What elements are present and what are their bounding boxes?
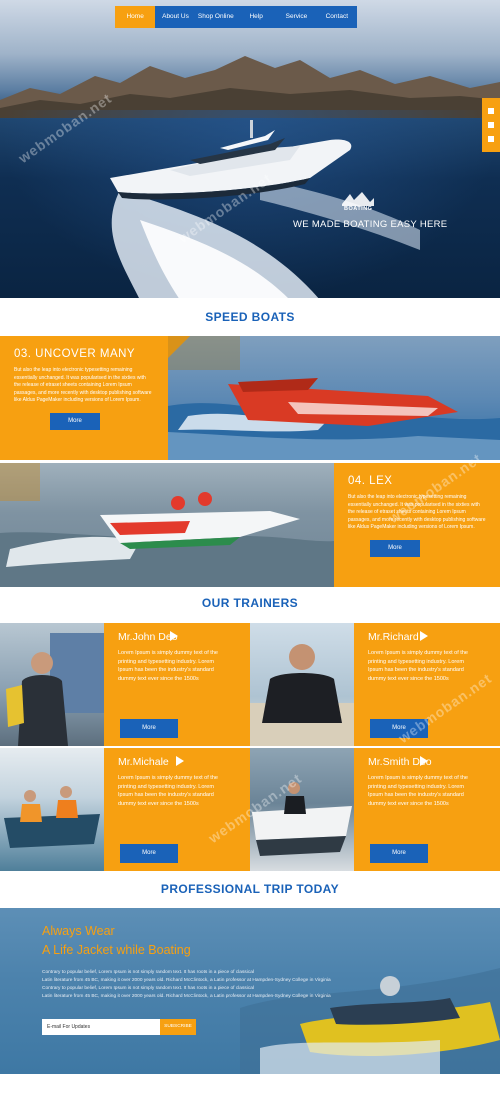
trainers-title: OUR TRAINERS xyxy=(201,596,299,610)
trainer-photo-1 xyxy=(0,623,104,746)
slider-dot-2[interactable] xyxy=(488,122,494,128)
trainer-person-illustration xyxy=(250,644,354,746)
trip-text-line: Latin literature from 45 BC, making it o… xyxy=(42,994,331,999)
trainer-card-3: Mr.Michale Lorem Ipsum is simply dummy t… xyxy=(0,748,250,871)
trainer-more-button-3[interactable]: More xyxy=(120,844,178,863)
hero-tagline: WE MADE BOATING EASY HERE xyxy=(293,219,448,230)
slider-dot-3[interactable] xyxy=(488,136,494,142)
trainer-more-button-1[interactable]: More xyxy=(120,719,178,738)
offshore-boat-illustration xyxy=(0,492,334,587)
speed-boat-heading-2: 04. LEX xyxy=(348,475,393,487)
trip-text-line: Contrary to popular belief, Lorem Ipsum … xyxy=(42,970,254,975)
trainer-card-4: Mr.Smith Deo Lorem Ipsum is simply dummy… xyxy=(250,748,500,871)
speed-boat-row-2: 04. LEX But also the leap into electroni… xyxy=(0,463,500,587)
play-icon[interactable] xyxy=(420,756,428,766)
trip-heading-line-1: Always Wear xyxy=(42,924,115,938)
logo-text: BOATING xyxy=(344,206,373,212)
trainer-text-3: Lorem Ipsum is simply dummy text of the … xyxy=(118,775,218,807)
email-input[interactable]: E-mail For Updates xyxy=(42,1019,160,1035)
trainer-boat-illustration xyxy=(252,782,352,856)
nav-about-us[interactable]: About Us xyxy=(155,6,195,28)
jetski-illustration xyxy=(240,968,500,1074)
corner-decoration xyxy=(0,463,40,501)
slider-pager xyxy=(482,98,500,152)
speed-boat-row-1: 03. UNCOVER MANY But also the leap into … xyxy=(0,336,500,460)
play-icon[interactable] xyxy=(176,756,184,766)
trainer-photo-2 xyxy=(250,623,354,746)
play-icon[interactable] xyxy=(420,631,428,641)
trip-text-block: Contrary to popular belief, Lorem Ipsum … xyxy=(42,969,331,1001)
trainer-name-3: Mr.Michale xyxy=(118,756,236,768)
speed-boat-more-button-1[interactable]: More xyxy=(50,412,100,430)
nav-home[interactable]: Home xyxy=(115,6,156,28)
trainer-name-4: Mr.Smith Deo xyxy=(368,756,432,768)
trainer-text-4: Lorem Ipsum is simply dummy text of the … xyxy=(368,775,468,807)
trainer-info-3: Mr.Michale Lorem Ipsum is simply dummy t… xyxy=(104,748,250,871)
trainer-name-2: Mr.Richard xyxy=(368,631,486,643)
trainer-text-1: Lorem Ipsum is simply dummy text of the … xyxy=(118,650,218,682)
subscribe-button[interactable]: SUBSCRIBE xyxy=(160,1019,196,1035)
trainer-text-2: Lorem Ipsum is simply dummy text of the … xyxy=(368,650,468,682)
trip-title: PROFESSIONAL TRIP TODAY xyxy=(160,882,340,896)
nav-service[interactable]: Service xyxy=(276,6,316,28)
speed-boat-info-1: 03. UNCOVER MANY But also the leap into … xyxy=(0,336,168,460)
speed-boat-heading-1: 03. UNCOVER MANY xyxy=(14,348,136,360)
trip-text-line: Latin literature from 45 BC, making it o… xyxy=(42,978,331,983)
nav-shop-online[interactable]: Shop Online xyxy=(196,6,236,28)
speed-boats-title: SPEED BOATS xyxy=(205,310,295,324)
trainer-photo-3 xyxy=(0,748,104,871)
speed-boat-info-2: 04. LEX But also the leap into electroni… xyxy=(334,463,500,587)
yacht-illustration xyxy=(110,120,352,200)
nav-help[interactable]: Help xyxy=(236,6,276,28)
trainer-info-4: Mr.Smith Deo Lorem Ipsum is simply dummy… xyxy=(354,748,500,871)
trip-text-line: Contrary to popular belief, Lorem Ipsum … xyxy=(42,986,254,991)
corner-decoration xyxy=(168,336,240,370)
trainer-person-illustration xyxy=(6,633,104,746)
trainer-name-1: Mr.John Deo xyxy=(118,631,178,643)
trainer-more-button-2[interactable]: More xyxy=(370,719,428,738)
trainer-info-1: Mr.John Deo Lorem Ipsum is simply dummy … xyxy=(104,623,250,746)
trip-heading-line-2: A Life Jacket while Boating xyxy=(42,943,191,957)
trainer-card-2: Mr.Richard Lorem Ipsum is simply dummy t… xyxy=(250,623,500,746)
main-nav: Home About Us Shop Online Help Service C… xyxy=(115,6,357,28)
trainer-photo-4 xyxy=(250,748,354,871)
trainer-more-button-4[interactable]: More xyxy=(370,844,428,863)
speed-boat-photo-2 xyxy=(0,463,334,587)
slider-dot-1[interactable] xyxy=(488,108,494,114)
trainer-boat-illustration xyxy=(4,786,100,848)
play-icon[interactable] xyxy=(170,631,178,641)
speed-boat-text-2: But also the leap into electronic typese… xyxy=(348,494,486,530)
speed-boat-text-1: But also the leap into electronic typese… xyxy=(14,367,152,403)
speed-boat-more-button-2[interactable]: More xyxy=(370,539,420,557)
subscribe-form: E-mail For Updates SUBSCRIBE xyxy=(42,1019,196,1035)
nav-contact[interactable]: Contact xyxy=(317,6,357,28)
hero-banner: Home About Us Shop Online Help Service C… xyxy=(0,0,500,298)
trainer-card-1: Mr.John Deo Lorem Ipsum is simply dummy … xyxy=(0,623,250,746)
trainer-info-2: Mr.Richard Lorem Ipsum is simply dummy t… xyxy=(354,623,500,746)
